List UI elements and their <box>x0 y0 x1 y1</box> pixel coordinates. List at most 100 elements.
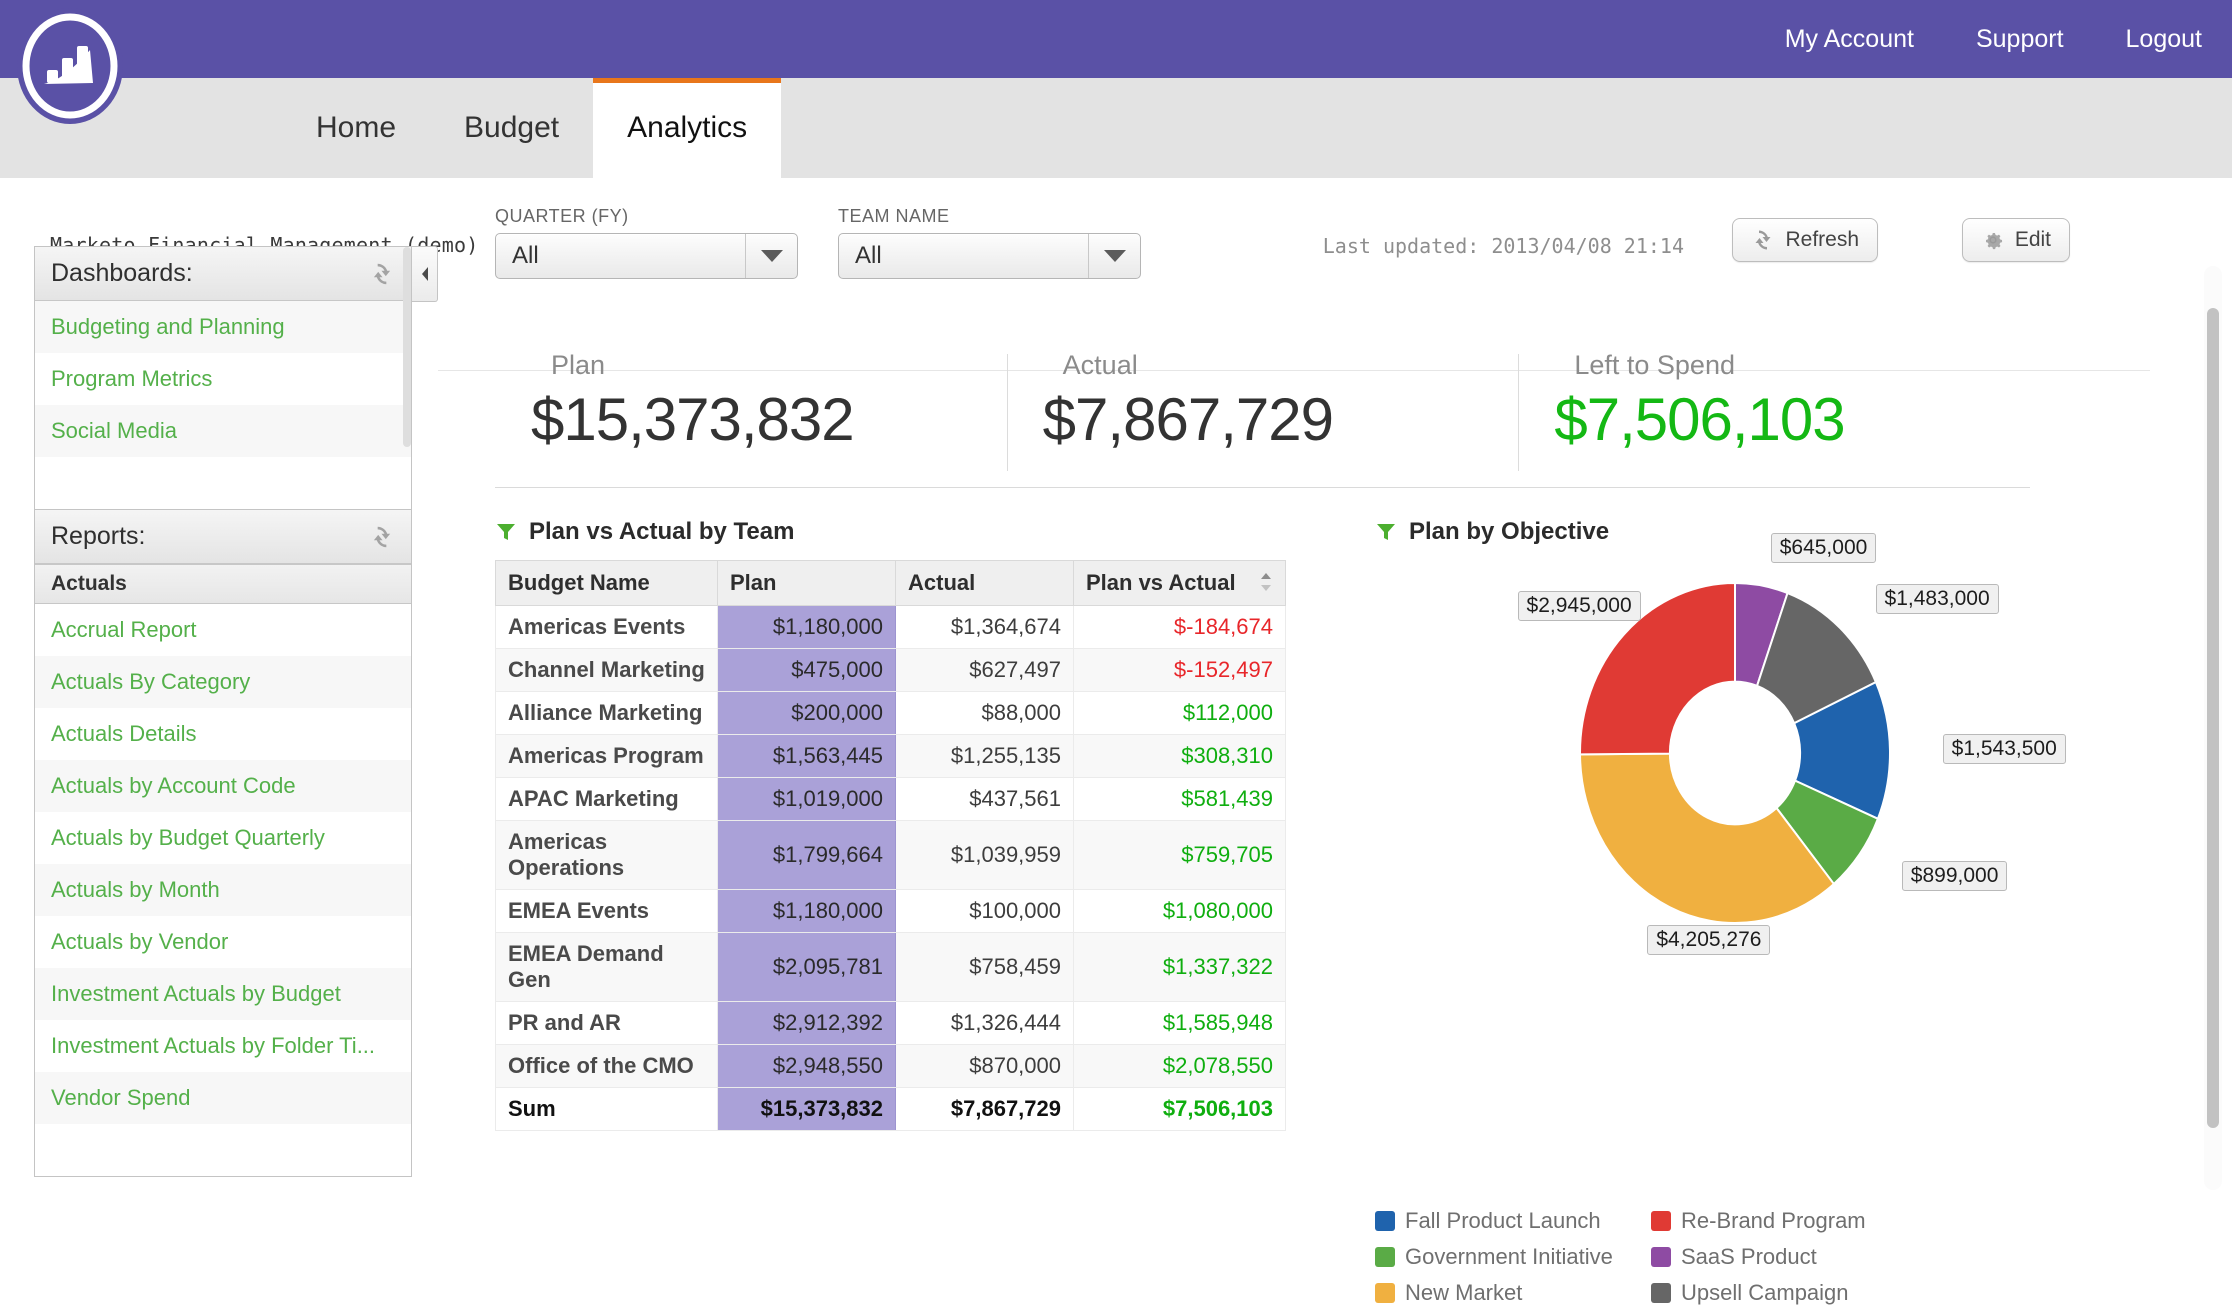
legend-item[interactable]: Government Initiative <box>1375 1244 1625 1270</box>
table-sum-row: Sum $15,373,832 $7,867,729 $7,506,103 <box>495 1087 1286 1131</box>
cell-sum-actual: $7,867,729 <box>895 1087 1074 1131</box>
table-row[interactable]: Americas Events $1,180,000 $1,364,674 $-184… <box>495 605 1286 649</box>
dashboards-header-label: Dashboards: <box>51 259 193 287</box>
cell-budget-name: Americas Operations <box>495 820 718 890</box>
cell-plan: $1,563,445 <box>717 734 896 778</box>
sidebar-item-actuals-by-budget-quarterly[interactable]: Actuals by Budget Quarterly <box>35 812 411 864</box>
cell-actual: $870,000 <box>895 1044 1074 1088</box>
cell-plan-vs-actual: $-184,674 <box>1073 605 1286 649</box>
sidebar-item-investment-actuals-by-folder-title[interactable]: Investment Actuals by Folder Ti... <box>35 1020 411 1072</box>
sidebar-item-program-metrics[interactable]: Program Metrics <box>35 353 411 405</box>
filter-team-value: All <box>855 242 882 269</box>
table-row[interactable]: Channel Marketing $475,000 $627,497 $-152,4… <box>495 648 1286 692</box>
sidebar-collapse-button[interactable] <box>412 246 438 302</box>
page-scrollbar-thumb[interactable] <box>2207 308 2219 1128</box>
sidebar-item-actuals-by-account-code[interactable]: Actuals by Account Code <box>35 760 411 812</box>
sidebar-item-label: Budgeting and Planning <box>51 314 285 339</box>
tab-home[interactable]: Home <box>282 78 430 178</box>
donut-chart-area: $645,000 $1,483,000 $1,543,500 $899,000 $4,2… <box>1375 532 2115 958</box>
nav-logout[interactable]: Logout <box>2126 25 2202 54</box>
cell-budget-name: Alliance Marketing <box>495 691 718 735</box>
kpi-left-to-spend-label: Left to Spend <box>1574 350 1735 380</box>
legend-swatch <box>1651 1283 1671 1303</box>
sidebar-item-investment-actuals-by-budget[interactable]: Investment Actuals by Budget <box>35 968 411 1020</box>
cell-budget-name: EMEA Demand Gen <box>495 932 718 1002</box>
cell-plan-vs-actual: $112,000 <box>1073 691 1286 735</box>
legend-item[interactable]: Upsell Campaign <box>1651 1280 1901 1306</box>
sidebar-item-actuals-by-vendor[interactable]: Actuals by Vendor <box>35 916 411 968</box>
cell-plan: $2,095,781 <box>717 932 896 1002</box>
table-row[interactable]: Americas Operations $1,799,664 $1,039,959 $… <box>495 820 1286 890</box>
table-row[interactable]: EMEA Events $1,180,000 $100,000 $1,080,000 <box>495 889 1286 933</box>
legend-swatch <box>1375 1247 1395 1267</box>
legend-item[interactable]: SaaS Product <box>1651 1244 1901 1270</box>
filter-quarter-select[interactable]: All <box>495 233 798 279</box>
sidebar-item-actuals-by-month[interactable]: Actuals by Month <box>35 864 411 916</box>
cell-plan: $1,799,664 <box>717 820 896 890</box>
sidebar-scrollbar[interactable] <box>403 247 411 447</box>
plan-by-objective-widget: Plan by Objective $645,000 $1,483,000 $1,5… <box>1375 518 2115 958</box>
plan-vs-actual-title: Plan vs Actual by Team <box>495 518 1285 546</box>
col-actual[interactable]: Actual <box>895 560 1074 606</box>
col-budget-name[interactable]: Budget Name <box>495 560 718 606</box>
filter-bar: QUARTER (FY) All TEAM NAME All <box>495 206 1141 279</box>
donut-value-label: $1,483,000 <box>1875 584 1999 615</box>
cell-actual: $758,459 <box>895 932 1074 1002</box>
table-row[interactable]: Office of the CMO $2,948,550 $870,000 $2,07… <box>495 1044 1286 1088</box>
cell-plan-vs-actual: $581,439 <box>1073 777 1286 821</box>
cell-actual: $437,561 <box>895 777 1074 821</box>
sidebar-item-label: Investment Actuals by Folder Ti... <box>51 1033 376 1058</box>
sidebar-item-label: Social Media <box>51 418 177 443</box>
refresh-reports-icon[interactable] <box>369 524 395 550</box>
legend-label: Upsell Campaign <box>1681 1280 1849 1305</box>
sidebar-item-actuals-details[interactable]: Actuals Details <box>35 708 411 760</box>
kpi-row: Plan $15,373,832 Actual $7,867,729 Left … <box>495 338 2030 488</box>
filter-funnel-icon[interactable] <box>495 521 517 543</box>
sidebar-item-accrual-report[interactable]: Accrual Report <box>35 604 411 656</box>
cell-sum-label: Sum <box>495 1087 718 1131</box>
sort-arrows-icon[interactable] <box>1259 572 1273 592</box>
tab-budget[interactable]: Budget <box>430 78 593 178</box>
reports-group-label: Actuals <box>51 572 127 595</box>
sidebar-item-vendor-spend[interactable]: Vendor Spend <box>35 1072 411 1124</box>
sidebar-item-social-media[interactable]: Social Media <box>35 405 411 457</box>
plan-vs-actual-table: Budget Name Plan Actual Plan vs Actual A… <box>495 560 1286 1131</box>
refresh-dashboards-icon[interactable] <box>369 261 395 287</box>
legend-item[interactable]: Re-Brand Program <box>1651 1208 1901 1234</box>
table-row[interactable]: APAC Marketing $1,019,000 $437,561 $581,439 <box>495 777 1286 821</box>
filter-quarter-label: QUARTER (FY) <box>495 206 629 226</box>
sidebar-item-label: Actuals by Budget Quarterly <box>51 825 325 850</box>
plan-by-objective-title-label: Plan by Objective <box>1409 518 1610 545</box>
cell-plan-vs-actual: $1,080,000 <box>1073 889 1286 933</box>
cell-plan: $1,180,000 <box>717 605 896 649</box>
filter-team-select[interactable]: All <box>838 233 1141 279</box>
top-nav: My Account Support Logout <box>1785 0 2232 78</box>
table-row[interactable]: PR and AR $2,912,392 $1,326,444 $1,585,948 <box>495 1001 1286 1045</box>
legend-label: New Market <box>1405 1280 1523 1305</box>
table-row[interactable]: EMEA Demand Gen $2,095,781 $758,459 $1,337,… <box>495 932 1286 1002</box>
table-row[interactable]: Alliance Marketing $200,000 $88,000 $112,00… <box>495 691 1286 735</box>
cell-budget-name: Office of the CMO <box>495 1044 718 1088</box>
tab-analytics[interactable]: Analytics <box>593 78 782 178</box>
page-scrollbar[interactable] <box>2204 266 2222 1190</box>
legend-swatch <box>1375 1211 1395 1231</box>
col-plan-vs-actual[interactable]: Plan vs Actual <box>1073 560 1286 606</box>
sidebar-item-budgeting-and-planning[interactable]: Budgeting and Planning <box>35 301 411 353</box>
col-plan[interactable]: Plan <box>717 560 896 606</box>
table-header-row: Budget Name Plan Actual Plan vs Actual <box>495 560 1286 606</box>
table-row[interactable]: Americas Program $1,563,445 $1,255,135 $308… <box>495 734 1286 778</box>
sidebar-item-actuals-by-category[interactable]: Actuals By Category <box>35 656 411 708</box>
cell-plan-vs-actual: $1,337,322 <box>1073 932 1286 1002</box>
reports-group-actuals[interactable]: Actuals <box>35 564 411 604</box>
sidebar: Dashboards: Budgeting and Planning Progr… <box>34 246 438 1194</box>
nav-support[interactable]: Support <box>1976 25 2064 54</box>
cell-plan: $475,000 <box>717 648 896 692</box>
cell-plan: $1,180,000 <box>717 889 896 933</box>
filter-funnel-icon[interactable] <box>1375 521 1397 543</box>
legend-item[interactable]: New Market <box>1375 1280 1625 1306</box>
cell-plan-vs-actual: $1,585,948 <box>1073 1001 1286 1045</box>
app-logo-icon[interactable] <box>14 4 126 129</box>
legend-label: Government Initiative <box>1405 1244 1613 1269</box>
legend-item[interactable]: Fall Product Launch <box>1375 1208 1625 1234</box>
nav-my-account[interactable]: My Account <box>1785 25 1914 54</box>
